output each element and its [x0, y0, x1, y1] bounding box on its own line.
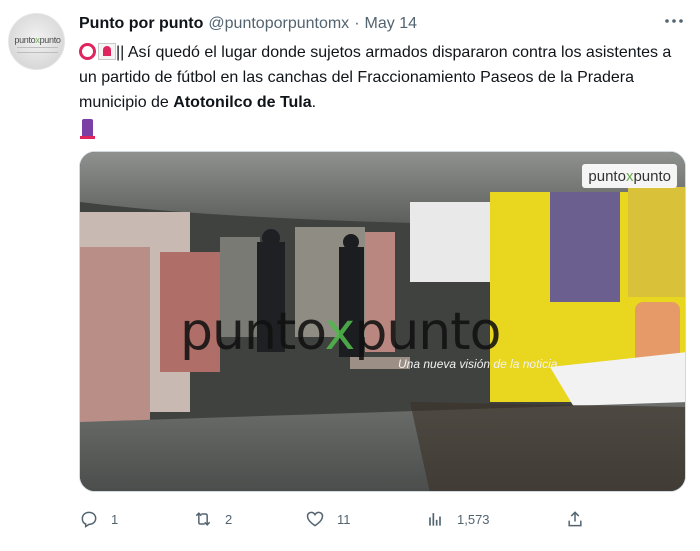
share-icon: [568, 511, 582, 527]
avatar-logo: puntoxpunto: [14, 35, 61, 45]
tweet-text-place: Atotonilco de Tula: [173, 94, 312, 111]
tweet-text-main: || Así quedó el lugar donde sujetos arma…: [79, 44, 672, 111]
views-bar-chart-icon: [429, 513, 441, 526]
author-handle[interactable]: @puntoporpuntomx: [208, 15, 349, 33]
tweet-card[interactable]: puntoxpunto Punto por punto @puntoporpun…: [0, 0, 700, 551]
like-button[interactable]: 11: [305, 506, 351, 532]
views-count: 1,573: [457, 511, 490, 527]
author-name[interactable]: Punto por punto: [79, 15, 203, 33]
reply-icon: [81, 511, 97, 528]
retweet-button[interactable]: 2: [193, 506, 232, 532]
red-circle-emoji: [79, 43, 96, 60]
avatar-logo-underline: [17, 47, 58, 53]
avatar[interactable]: puntoxpunto: [8, 13, 65, 70]
retweet-icon: [195, 512, 211, 526]
siren-emoji: [98, 43, 116, 60]
watermark-badge: punto x punto: [582, 164, 677, 188]
watermark-logo: puntoxpunto: [180, 302, 501, 362]
tweet-text-end: .: [311, 94, 317, 111]
tweet-date[interactable]: May 14: [365, 15, 417, 33]
views-button[interactable]: 1,573: [425, 506, 490, 532]
separator-dot: ·: [354, 15, 360, 32]
retweet-count: 2: [225, 511, 233, 527]
watermark-tagline: Una nueva visión de la noticia: [398, 357, 558, 371]
candle-emoji: [79, 117, 96, 139]
tweet-text: || Así quedó el lugar donde sujetos arma…: [79, 40, 691, 144]
reply-count: 1: [111, 511, 119, 527]
action-bar: 1 2 11 1,573: [79, 506, 691, 532]
tweet-media-image[interactable]: punto x punto puntoxpunto Una nueva visión…: [79, 151, 686, 492]
like-count: 11: [337, 511, 351, 527]
heart-icon: [306, 511, 324, 527]
tweet-header: Punto por punto @puntoporpuntomx · May 1…: [79, 12, 417, 36]
more-horizontal-icon[interactable]: [662, 11, 686, 31]
reply-button[interactable]: 1: [79, 506, 118, 532]
share-button[interactable]: [565, 506, 585, 532]
